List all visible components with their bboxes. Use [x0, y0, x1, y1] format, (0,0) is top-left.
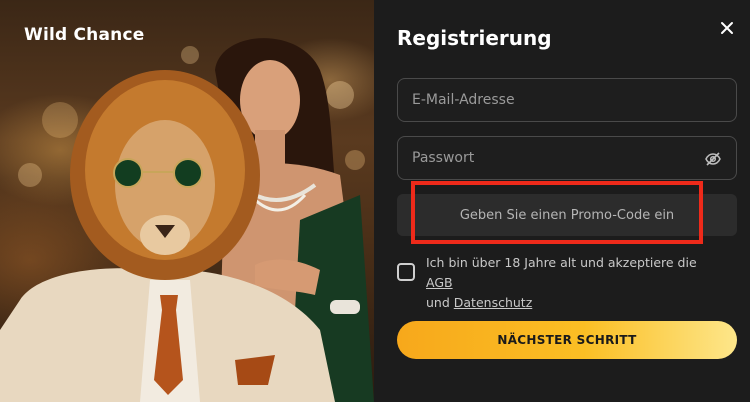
- terms-and: und: [426, 295, 450, 310]
- close-button[interactable]: [717, 20, 737, 40]
- promo-code-button[interactable]: Geben Sie einen Promo-Code ein: [397, 194, 737, 236]
- registration-panel: Registrierung Geben Sie einen Promo-Code…: [374, 0, 750, 402]
- brand-logo: Wild Chance: [24, 25, 145, 45]
- terms-text: Ich bin über 18 Jahre alt und akzeptiere…: [426, 253, 726, 313]
- privacy-link[interactable]: Datenschutz: [454, 295, 533, 310]
- agb-link[interactable]: AGB: [426, 275, 453, 290]
- age-terms-checkbox[interactable]: [397, 263, 415, 281]
- close-icon[interactable]: [720, 21, 734, 35]
- password-input[interactable]: [398, 137, 736, 179]
- password-field[interactable]: [397, 136, 737, 180]
- lion-and-woman-illustration: [0, 38, 374, 402]
- next-step-button[interactable]: NÄCHSTER SCHRITT: [397, 321, 737, 359]
- promo-code-label: Geben Sie einen Promo-Code ein: [459, 207, 675, 223]
- terms-text-before: Ich bin über 18 Jahre alt und akzeptiere…: [426, 255, 697, 270]
- page-title: Registrierung: [397, 26, 552, 50]
- eye-off-icon[interactable]: [704, 150, 722, 168]
- email-input[interactable]: [398, 79, 736, 121]
- email-field[interactable]: [397, 78, 737, 122]
- hero-image: Wild Chance: [0, 0, 374, 402]
